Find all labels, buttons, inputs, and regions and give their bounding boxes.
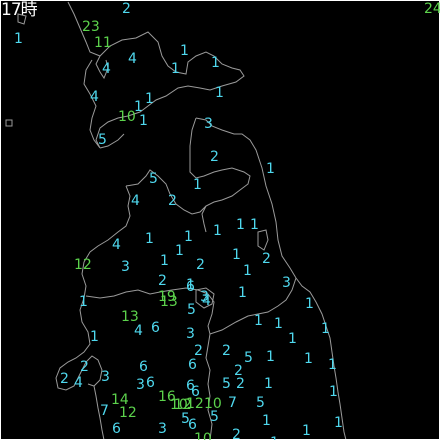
station-value: 4 (131, 193, 140, 209)
station-value: 1 (213, 223, 222, 239)
station-value: 13 (160, 294, 178, 310)
station-value: 5 (187, 302, 196, 318)
station-value: 1 (145, 91, 154, 107)
station-value: 1 (334, 415, 343, 431)
station-value: 2 (168, 193, 177, 209)
station-value: 1 (288, 331, 297, 347)
station-value: 1 (184, 229, 193, 245)
station-value: 12 (119, 405, 137, 421)
station-value: 3 (204, 116, 213, 132)
weather-map: 17時 1 2 23 24 11 4 1 1 1 4 1 4 1 1 10 1 … (0, 0, 440, 440)
station-value: 2 (210, 149, 219, 165)
station-value: 4 (102, 61, 111, 77)
station-value: 1 (79, 294, 88, 310)
station-value: 2 (196, 257, 205, 273)
station-value: 1 (329, 384, 338, 400)
station-value: 1 (302, 423, 311, 439)
station-value: 1 (145, 231, 154, 247)
station-value: 1 (139, 113, 148, 129)
station-value: 5 (222, 376, 231, 392)
station-value: 2 (236, 376, 245, 392)
station-value: 24 (424, 1, 440, 17)
station-value: 4 (112, 237, 121, 253)
station-value: 1 (305, 296, 314, 312)
station-value: 2 (262, 251, 271, 267)
station-value: 1 (160, 253, 169, 269)
station-value: 13 (121, 309, 139, 325)
station-value: 1 (274, 316, 283, 332)
station-value: 1 (266, 349, 275, 365)
station-value: 3 (136, 377, 145, 393)
station-value: 1 (236, 217, 245, 233)
station-value: 1 (328, 357, 337, 373)
station-value: 1 (238, 285, 247, 301)
station-value: 2 (222, 343, 231, 359)
lake-ogawara (257, 229, 269, 251)
station-value: 2 (194, 343, 203, 359)
station-value: 2 (158, 273, 167, 289)
station-value: 3 (101, 369, 110, 385)
okushiri-island (5, 119, 13, 127)
station-value: 6 (151, 320, 160, 336)
station-value: 10 (118, 109, 136, 125)
station-value: 6 (146, 375, 155, 391)
time-label: 17時 (1, 0, 38, 20)
station-value: 11 (94, 35, 112, 51)
station-value: 3 (282, 275, 291, 291)
station-value: 1 (243, 263, 252, 279)
station-value: 1 (254, 313, 263, 329)
station-value: 6 (186, 279, 195, 295)
station-value: 1 (175, 243, 184, 259)
station-value: 5 (256, 395, 265, 411)
station-value: 1 (14, 31, 23, 47)
station-value: 1 (270, 436, 279, 440)
station-value: 12 (74, 257, 92, 273)
station-value: 5 (210, 409, 219, 425)
station-value: 1 (90, 329, 99, 345)
station-value: 4 (90, 89, 99, 105)
station-value: 6 (188, 357, 197, 373)
station-value: 1 (250, 217, 259, 233)
station-value: 12 (186, 396, 204, 412)
station-value: 1 (171, 61, 180, 77)
station-value: 1 (262, 413, 271, 429)
station-value: 5 (98, 132, 107, 148)
mutsu-bay (189, 117, 251, 233)
station-value: 7 (100, 403, 109, 419)
station-value: 2 (122, 1, 131, 17)
station-value: 1 (193, 177, 202, 193)
station-value: 7 (228, 395, 237, 411)
station-value: 2 (232, 427, 241, 440)
station-value: 6 (188, 417, 197, 433)
station-value: 1 (321, 321, 330, 337)
station-value: 1 (215, 85, 224, 101)
station-value: 4 (74, 375, 83, 391)
station-value: 4 (202, 293, 211, 309)
tsugaru-west-coast (55, 185, 131, 391)
station-value: 5 (244, 350, 253, 366)
station-value: 6 (139, 359, 148, 375)
station-value: 6 (112, 421, 121, 437)
station-value: 1 (264, 376, 273, 392)
station-value: 23 (82, 19, 100, 35)
station-value: 1 (211, 55, 220, 71)
station-value: 1 (266, 161, 275, 177)
station-value: 3 (158, 421, 167, 437)
station-value: 4 (128, 51, 137, 67)
station-value: 1 (180, 43, 189, 59)
station-value: 3 (121, 259, 130, 275)
station-value: 4 (134, 323, 143, 339)
station-value: 10 (170, 397, 188, 413)
station-value: 2 (60, 371, 69, 387)
station-value: 1 (304, 351, 313, 367)
station-value: 3 (186, 326, 195, 342)
station-value: 5 (149, 171, 158, 187)
station-value: 1 (232, 247, 241, 263)
station-value: 10 (194, 431, 212, 440)
station-value: 2 (80, 359, 89, 375)
